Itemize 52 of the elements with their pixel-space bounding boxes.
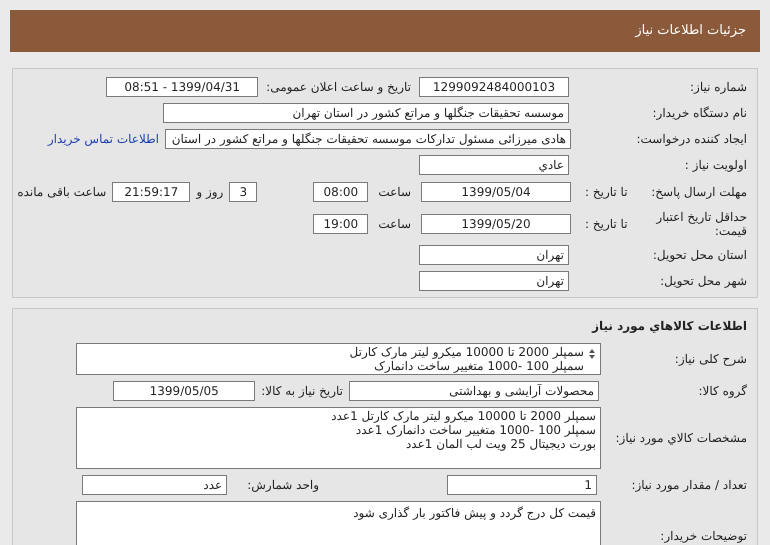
description-line: سمپلر 2000 تا 10000 میکرو لیتر مارک کارتل	[350, 345, 584, 359]
field-label: شرح کلی نیاز:	[674, 351, 747, 368]
unit-field: عدد	[82, 475, 228, 495]
validity-date-field: 1399/05/20	[421, 214, 571, 234]
field-label: مهلت ارسال پاسخ:	[651, 184, 747, 201]
field-label: ساعت	[378, 184, 411, 201]
field-label: شهر محل تحویل:	[660, 273, 747, 290]
validity-time-field: 19:00	[313, 214, 368, 234]
quantity-field: 1	[447, 475, 597, 495]
field-label: روز و	[196, 184, 224, 201]
need-number-field: 1299092484000103	[419, 77, 569, 97]
section-title: اطلاعات كالاهاي مورد نیاز	[590, 318, 747, 335]
field-label: ایجاد کننده درخواست:	[636, 131, 747, 148]
city-field: تهران	[419, 271, 569, 291]
field-label: استان محل تحویل:	[652, 247, 747, 264]
field-label: نام دستگاه خریدار:	[652, 105, 747, 122]
page-title: جزئیات اطلاعات نیاز	[635, 22, 746, 40]
field-label: گروه کالا:	[698, 383, 747, 400]
field-label: تا تاریخ :	[585, 216, 628, 233]
field-label: تاریخ و ساعت اعلان عمومی:	[266, 79, 411, 96]
goods-group-field: محصولات آرایشی و بهداشتی	[349, 381, 599, 401]
buyer-notes-text: قیمت کل درج گردد و پیش فاکتور بار گذاری شود	[353, 506, 596, 520]
announce-date-field: 1399/04/31 - 08:51	[106, 77, 258, 97]
field-label: ساعت باقی مانده	[17, 184, 106, 201]
deadline-date-field: 1399/05/04	[421, 182, 571, 202]
field-label: حداقل تاریخ اعتبار قیمت:	[654, 210, 747, 238]
buyer-field: موسسه تحقیقات جنگلها و مراتع کشور در استان تهران	[163, 103, 569, 123]
field-label: شماره نیاز:	[690, 79, 747, 96]
field-label: تعداد / مقدار مورد نیاز:	[631, 477, 747, 494]
buyer-notes-box[interactable]: قیمت کل درج گردد و پیش فاکتور بار گذاری شود	[76, 501, 601, 545]
field-label: مشخصات كالاي مورد نیاز:	[615, 430, 747, 447]
specs-line: سمپلر 100 -1000 متغییر ساخت دانمارک 1عدد	[354, 423, 596, 437]
field-label: تا تاریخ :	[585, 184, 628, 201]
province-field: تهران	[419, 245, 569, 265]
remaining-time-field: 21:59:17	[112, 182, 190, 202]
buyer-contact-link[interactable]: اطلاعات تماس خریدار	[48, 130, 159, 148]
specs-line: بورت دیجیتال 25 ویت لب المان 1عدد	[404, 437, 596, 451]
field-label: ساعت	[378, 216, 411, 233]
days-field: 3	[229, 182, 258, 202]
field-label: اولویت نیاز :	[684, 157, 747, 174]
specs-line: سمپلر 2000 تا 10000 میکرو لیتر مارک کارتل 1عدد	[330, 409, 596, 423]
description-line: سمپلر 100 -1000 متغییر ساخت دانمارک	[373, 359, 584, 373]
field-label: تاریخ نیاز به کالا:	[261, 383, 343, 400]
requester-field: هادی میرزائی مسئول تدارکات موسسه تحقیقات جنگلها و مراتع کشور در استان	[165, 129, 571, 149]
field-label: واحد شمارش:	[247, 477, 319, 494]
scroll-arrow-icon[interactable]	[588, 348, 596, 360]
description-box[interactable]: سمپلر 2000 تا 10000 میکرو لیتر مارک کارتل سمپلر 100 -1000 متغییر ساخت دانمارک	[76, 343, 601, 375]
priority-field: عادي	[419, 155, 569, 175]
specs-box[interactable]: سمپلر 2000 تا 10000 میکرو لیتر مارک کارتل 1عدد سمپلر 100 -1000 متغییر ساخت دانمارک 1عدد بورت دیجیتال 25 ویت لب المان 1عدد	[76, 407, 601, 469]
need-date-field: 1399/05/05	[113, 381, 256, 401]
field-label: توضیحات خریدار:	[660, 528, 747, 545]
deadline-time-field: 08:00	[313, 182, 368, 202]
